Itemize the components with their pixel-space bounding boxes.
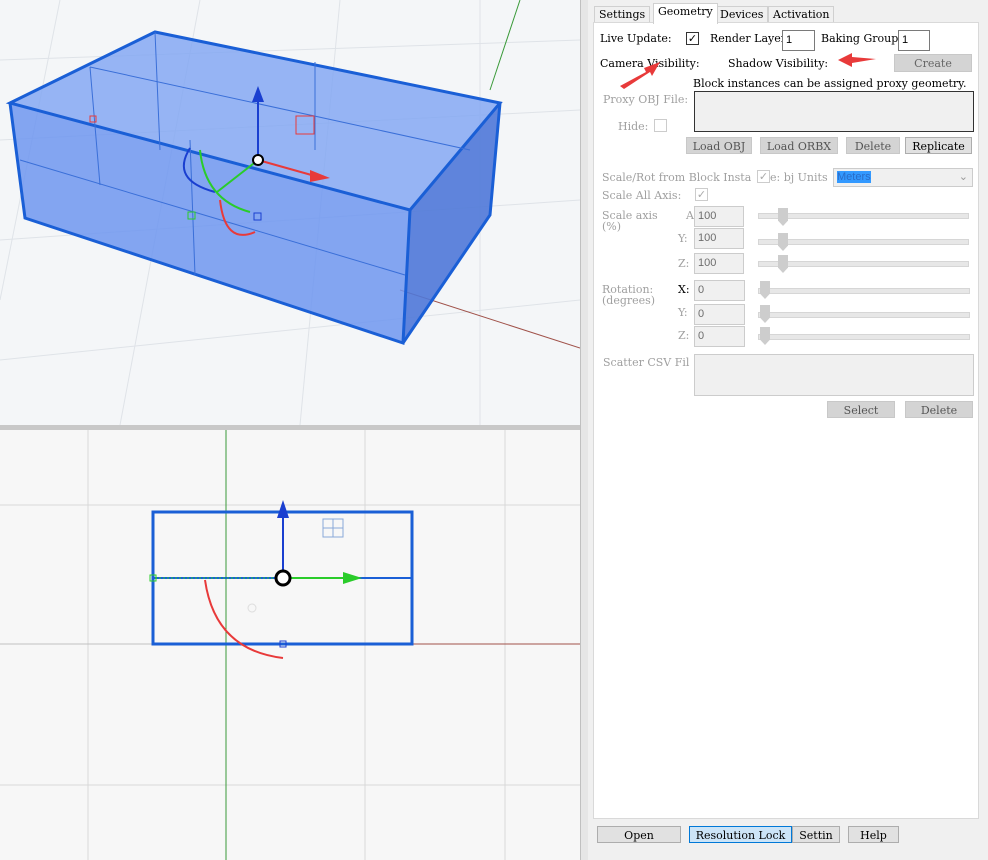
scale-y-input[interactable]: 100 [694,228,744,249]
select-button[interactable]: Select [827,401,895,418]
open-button[interactable]: Open [597,826,681,843]
tab-devices[interactable]: Devices [715,6,769,23]
tab-settings[interactable]: Settings [594,6,651,23]
help-button[interactable]: Help [848,826,899,843]
scale-z-input[interactable]: 100 [694,253,744,274]
scale-a-slider[interactable] [758,213,969,219]
render-layer-label: Render Layer [710,32,787,45]
blue-box[interactable] [5,30,503,346]
scale-axis-z-label: Z: [678,257,690,270]
scatter-csv-label: Scatter CSV Fil [603,356,690,369]
resolution-lock-button[interactable]: Resolution Lock [689,826,792,843]
rotation-y-slider[interactable] [758,312,970,318]
rotation-y-label: Y: [678,306,688,319]
scatter-csv-field[interactable] [694,354,974,396]
perspective-viewport[interactable] [0,0,580,425]
red-arrow-icon [620,62,660,89]
load-orbx-button[interactable]: Load ORBX [760,137,838,154]
tab-activation[interactable]: Activation [768,6,835,23]
y-axis-line [489,0,521,91]
scale-all-axis-checkbox[interactable]: ✓ [695,188,708,201]
top-viewport[interactable] [0,430,580,860]
scale-rot-label: Scale/Rot from Block Insta [602,171,752,184]
shadow-visibility-label: Shadow Visibility: [728,57,829,70]
perspective-scene [0,0,580,425]
rotation-unit: (degrees) [602,294,656,307]
proxy-info-text: Block instances can be assigned proxy ge… [693,77,967,90]
rotation-z-slider[interactable] [758,334,970,340]
red-arrow-icon [838,53,876,67]
rotation-z-input[interactable]: 0 [694,326,745,347]
replicate-button[interactable]: Replicate [905,137,972,154]
proxy-obj-file-field[interactable] [694,91,974,132]
obj-units-dropdown[interactable]: Meters ⌄ [833,168,973,187]
scale-a-input[interactable]: 100 [694,206,744,227]
scale-axis-unit: (%) [602,220,622,233]
rotation-x-slider[interactable] [758,288,970,294]
chevron-down-icon: ⌄ [958,171,968,183]
delete-proxy-button[interactable]: Delete [846,137,900,154]
scale-z-slider[interactable] [758,261,969,267]
rotation-y-input[interactable]: 0 [694,304,745,325]
rotation-z-label: Z: [678,329,690,342]
rotation-x-label: X: [678,283,690,296]
properties-panel: Settings Geometry Devices Activation Liv… [588,0,988,860]
hide-checkbox[interactable] [654,119,667,132]
tab-geometry[interactable]: Geometry [653,3,718,24]
obj-units-label: e: bj Units [770,171,828,184]
scale-all-axis-label: Scale All Axis: [602,189,682,202]
hide-label: Hide: [618,120,649,133]
load-obj-button[interactable]: Load OBJ [686,137,752,154]
create-button[interactable]: Create [894,54,972,72]
render-layer-input[interactable]: 1 [782,30,815,51]
baking-group-input[interactable]: 1 [898,30,930,51]
baking-group-label: Baking Group: [821,32,902,45]
settings-button[interactable]: Settin [792,826,840,843]
obj-units-value: Meters [837,171,871,183]
live-update-checkbox[interactable]: ✓ [686,32,699,45]
top-scene [0,430,580,860]
proxy-obj-file-label: Proxy OBJ File: [603,93,689,106]
live-update-label: Live Update: [600,32,672,45]
scale-rot-checkbox[interactable]: ✓ [757,170,770,183]
scale-axis-a-label: A [686,209,694,222]
rotation-x-input[interactable]: 0 [694,280,745,301]
delete-scatter-button[interactable]: Delete [905,401,973,418]
scale-y-slider[interactable] [758,239,969,245]
scale-axis-y-label: Y: [678,232,688,245]
